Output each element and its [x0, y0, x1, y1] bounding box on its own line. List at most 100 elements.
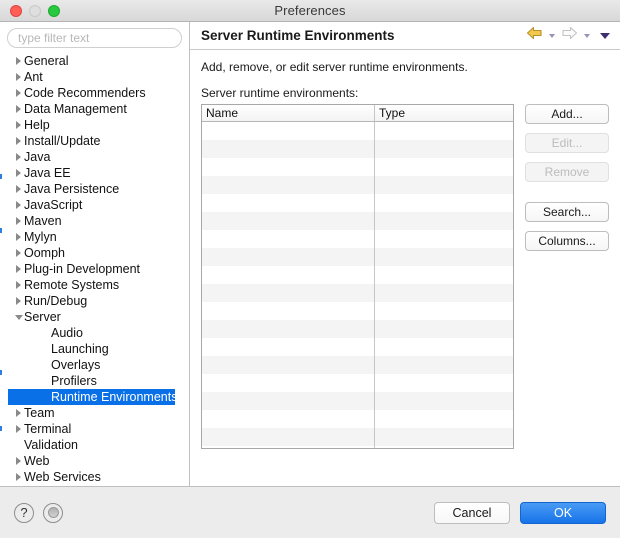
search-input[interactable] — [7, 28, 182, 48]
table-cell-type — [375, 212, 513, 230]
sidebar-item-web[interactable]: Web — [0, 453, 189, 469]
zoom-button[interactable] — [48, 5, 60, 17]
table-row[interactable] — [202, 338, 513, 356]
sidebar-item-validation[interactable]: Validation — [0, 437, 189, 453]
expand-triangle-icon[interactable] — [13, 409, 24, 417]
sidebar-item-audio[interactable]: Audio — [0, 325, 189, 341]
sidebar-item-general[interactable]: General — [0, 53, 189, 69]
table-row[interactable] — [202, 428, 513, 446]
ok-button[interactable]: OK — [520, 502, 606, 524]
sidebar-item-launching[interactable]: Launching — [0, 341, 189, 357]
minimize-button[interactable] — [29, 5, 41, 17]
add-button[interactable]: Add... — [525, 104, 609, 124]
table-row[interactable] — [202, 374, 513, 392]
sidebar-item-team[interactable]: Team — [0, 405, 189, 421]
table-row[interactable] — [202, 212, 513, 230]
table-row[interactable] — [202, 194, 513, 212]
forward-dropdown-caret-icon[interactable] — [584, 34, 590, 38]
sidebar-item-maven[interactable]: Maven — [0, 213, 189, 229]
table-row[interactable] — [202, 122, 513, 140]
table-row[interactable] — [202, 356, 513, 374]
sidebar-item-xml[interactable]: XML — [0, 485, 189, 486]
expand-triangle-icon[interactable] — [13, 457, 24, 465]
sidebar-item-profilers[interactable]: Profilers — [0, 373, 189, 389]
table-row[interactable] — [202, 320, 513, 338]
sidebar-item-mylyn[interactable]: Mylyn — [0, 229, 189, 245]
sidebar-item-label: Ant — [24, 70, 43, 84]
back-dropdown-caret-icon[interactable] — [549, 34, 555, 38]
table-body[interactable] — [202, 122, 513, 449]
sidebar-item-java-ee[interactable]: Java EE — [0, 165, 189, 181]
search-button[interactable]: Search... — [525, 202, 609, 222]
remove-button: Remove — [525, 162, 609, 182]
expand-triangle-icon[interactable] — [13, 137, 24, 145]
sidebar-item-plug-in-development[interactable]: Plug-in Development — [0, 261, 189, 277]
sidebar-item-label: JavaScript — [24, 198, 82, 212]
expand-triangle-icon[interactable] — [13, 473, 24, 481]
help-icon[interactable]: ? — [14, 503, 34, 523]
table-row[interactable] — [202, 266, 513, 284]
sidebar-item-data-management[interactable]: Data Management — [0, 101, 189, 117]
chevron-down-icon[interactable] — [600, 33, 610, 39]
table-cell-name — [202, 284, 375, 302]
runtime-environments-table[interactable]: Name Type — [201, 104, 514, 449]
sidebar-item-label: Java — [24, 150, 50, 164]
sidebar-item-remote-systems[interactable]: Remote Systems — [0, 277, 189, 293]
table-row[interactable] — [202, 248, 513, 266]
cancel-button[interactable]: Cancel — [434, 502, 510, 524]
sidebar-item-help[interactable]: Help — [0, 117, 189, 133]
sidebar-item-web-services[interactable]: Web Services — [0, 469, 189, 485]
sidebar-item-install-update[interactable]: Install/Update — [0, 133, 189, 149]
table-row[interactable] — [202, 392, 513, 410]
expand-triangle-icon[interactable] — [13, 121, 24, 129]
expand-triangle-icon[interactable] — [13, 281, 24, 289]
expand-triangle-icon[interactable] — [13, 89, 24, 97]
expand-triangle-icon[interactable] — [13, 425, 24, 433]
table-row[interactable] — [202, 410, 513, 428]
table-row[interactable] — [202, 140, 513, 158]
expand-triangle-icon[interactable] — [13, 73, 24, 81]
expand-triangle-icon[interactable] — [13, 297, 24, 305]
sidebar-item-label: Runtime Environments — [51, 390, 177, 404]
table-row[interactable] — [202, 446, 513, 449]
sidebar-item-ant[interactable]: Ant — [0, 69, 189, 85]
table-row[interactable] — [202, 284, 513, 302]
expand-triangle-icon[interactable] — [13, 217, 24, 225]
sidebar-item-java-persistence[interactable]: Java Persistence — [0, 181, 189, 197]
sidebar-item-label: Web — [24, 454, 49, 468]
column-header-name[interactable]: Name — [202, 105, 375, 121]
expand-triangle-icon[interactable] — [13, 57, 24, 65]
sidebar-item-run-debug[interactable]: Run/Debug — [0, 293, 189, 309]
sidebar-item-terminal[interactable]: Terminal — [0, 421, 189, 437]
expand-triangle-icon[interactable] — [13, 249, 24, 257]
sidebar-item-runtime-environments[interactable]: Runtime Environments — [8, 389, 175, 405]
expand-triangle-icon[interactable] — [13, 265, 24, 273]
sidebar-item-server[interactable]: Server — [0, 309, 189, 325]
expand-triangle-icon[interactable] — [13, 233, 24, 241]
sidebar-item-oomph[interactable]: Oomph — [0, 245, 189, 261]
sidebar-item-java[interactable]: Java — [0, 149, 189, 165]
sidebar-item-code-recommenders[interactable]: Code Recommenders — [0, 85, 189, 101]
expand-triangle-icon[interactable] — [13, 105, 24, 113]
sidebar-item-javascript[interactable]: JavaScript — [0, 197, 189, 213]
expand-triangle-icon[interactable] — [13, 201, 24, 209]
expand-triangle-icon[interactable] — [13, 153, 24, 161]
sidebar-item-overlays[interactable]: Overlays — [0, 357, 189, 373]
table-row[interactable] — [202, 176, 513, 194]
close-button[interactable] — [10, 5, 22, 17]
columns-button[interactable]: Columns... — [525, 231, 609, 251]
table-cell-type — [375, 230, 513, 248]
content-main: Add, remove, or edit server runtime envi… — [190, 50, 620, 486]
expand-triangle-icon[interactable] — [13, 169, 24, 177]
column-header-type[interactable]: Type — [375, 105, 513, 121]
back-arrow-icon[interactable] — [526, 26, 543, 45]
table-cell-type — [375, 428, 513, 446]
table-row[interactable] — [202, 158, 513, 176]
collapse-triangle-icon[interactable] — [13, 315, 24, 320]
expand-triangle-icon[interactable] — [13, 185, 24, 193]
restore-defaults-icon[interactable] — [43, 503, 63, 523]
edge-artifact — [0, 174, 2, 179]
table-row[interactable] — [202, 302, 513, 320]
preferences-tree[interactable]: GeneralAntCode RecommendersData Manageme… — [0, 52, 189, 486]
table-row[interactable] — [202, 230, 513, 248]
